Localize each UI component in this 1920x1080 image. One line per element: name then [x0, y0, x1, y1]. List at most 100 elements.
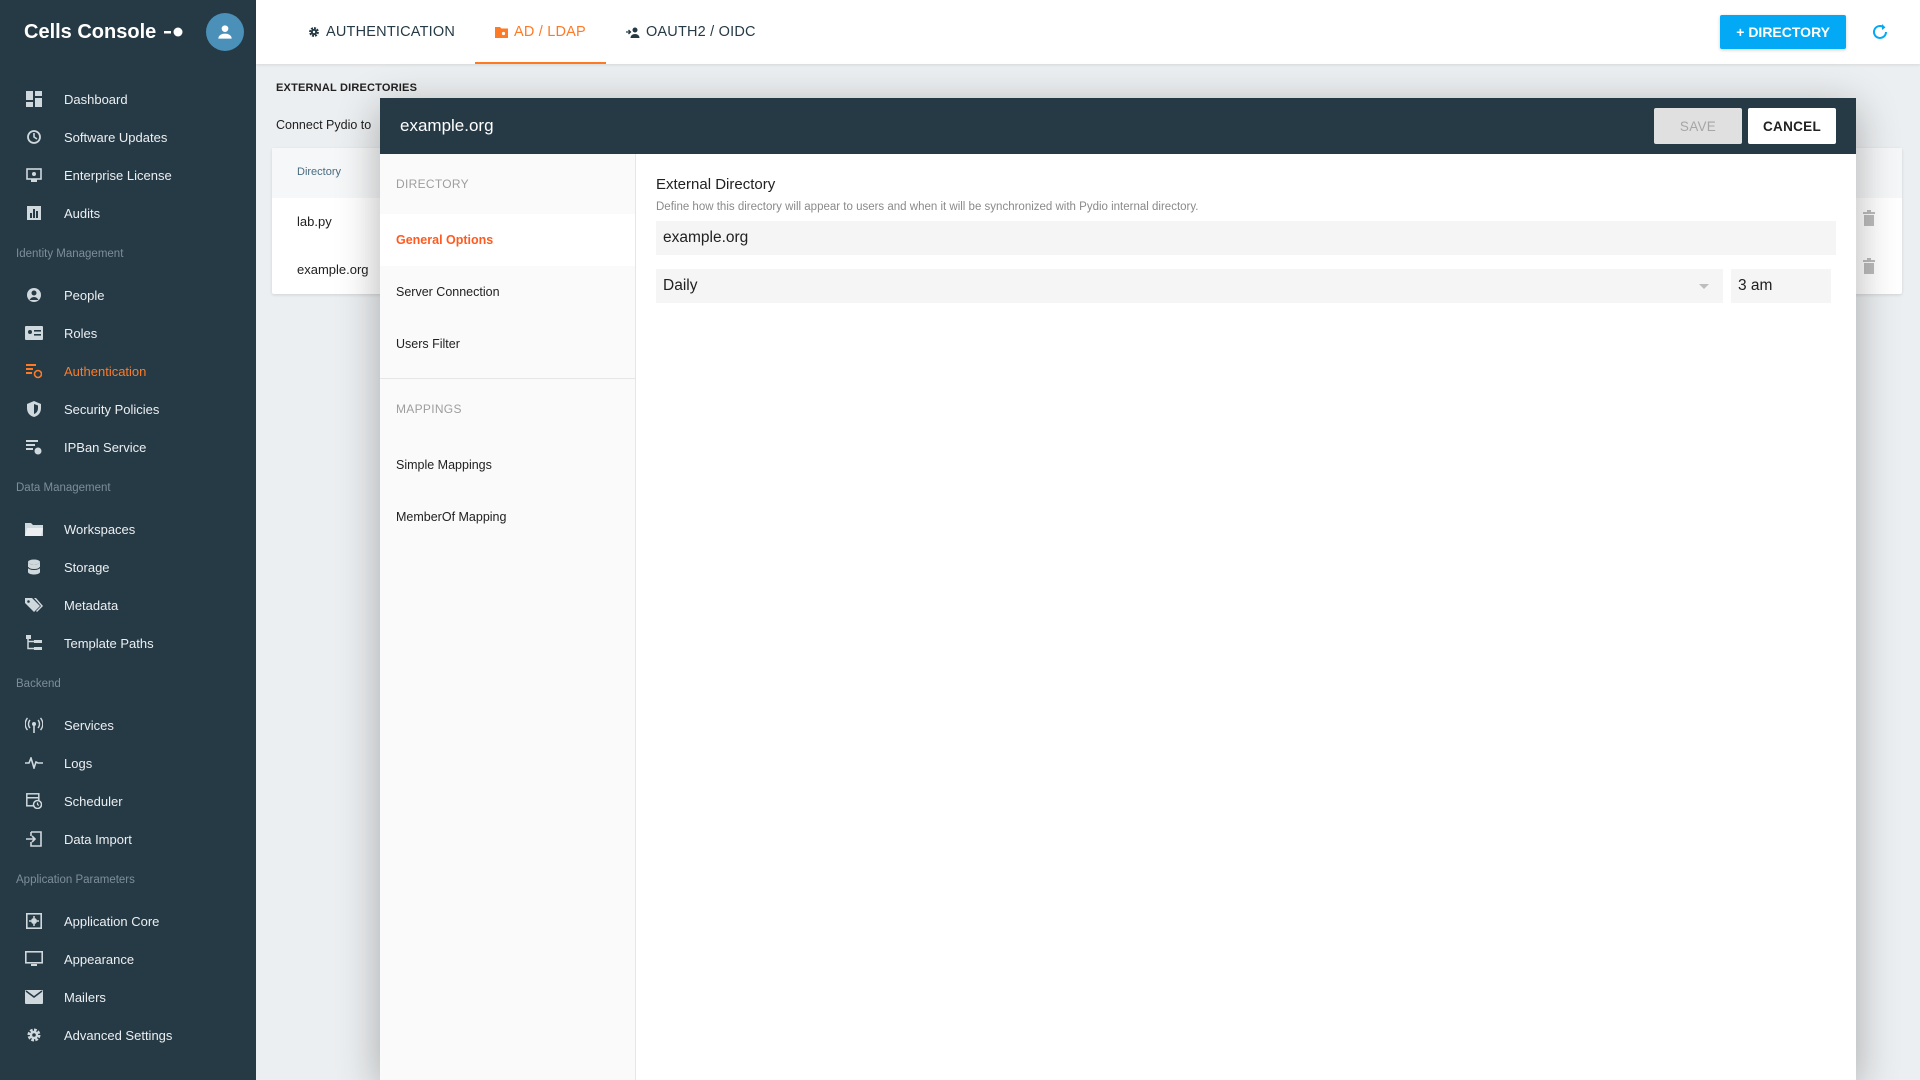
tab-oauth2-oidc[interactable]: OAUTH2 / OIDC — [606, 0, 776, 64]
tab-bar: AUTHENTICATION AD / LDAP OAUTH2 / OIDC — [256, 0, 776, 64]
sidebar-item-label: Data Import — [64, 831, 132, 847]
chevron-down-icon — [1699, 284, 1709, 289]
sidebar-section-backend: Backend — [16, 678, 61, 690]
sidebar-item-workspaces[interactable]: Workspaces — [0, 510, 256, 548]
oauth-icon — [625, 27, 640, 38]
column-header-directory[interactable]: Directory — [297, 166, 341, 178]
delete-icon[interactable] — [1862, 258, 1876, 274]
audits-icon — [24, 203, 44, 223]
sidebar-item-roles[interactable]: Roles — [0, 314, 256, 352]
dialog-title: example.org — [400, 116, 494, 135]
sidebar-item-label: Audits — [64, 205, 101, 221]
dialog-nav: DIRECTORY General Options Server Connect… — [380, 154, 636, 1080]
sidebar-item-label: Appearance — [64, 951, 135, 967]
sidebar-item-ipban[interactable]: IPBan Service — [0, 428, 256, 466]
sidebar-item-scheduler[interactable]: Scheduler — [0, 782, 256, 820]
gear-icon — [308, 26, 320, 38]
sidebar-item-label: Advanced Settings — [64, 1027, 173, 1043]
sidebar-item-label: Security Policies — [64, 401, 160, 417]
cancel-button[interactable]: CANCEL — [1748, 108, 1836, 144]
tags-icon — [24, 595, 44, 615]
monitor-icon — [24, 949, 44, 969]
sidebar-item-security-policies[interactable]: Security Policies — [0, 390, 256, 428]
sidebar-item-label: People — [64, 287, 105, 303]
dialog-body: DIRECTORY General Options Server Connect… — [380, 154, 1856, 1080]
sidebar-item-label: Authentication — [64, 363, 147, 379]
app-core-icon — [24, 911, 44, 931]
form-title: External Directory — [656, 176, 776, 193]
logs-icon — [24, 753, 44, 773]
nav-item-general-options[interactable]: General Options — [380, 214, 635, 266]
scheduler-icon — [24, 791, 44, 811]
tab-ad-ldap[interactable]: AD / LDAP — [475, 0, 606, 64]
app-title: Cells Console — [24, 20, 157, 43]
update-icon — [24, 127, 44, 147]
sidebar-item-metadata[interactable]: Metadata — [0, 586, 256, 624]
sidebar-item-appearance[interactable]: Appearance — [0, 940, 256, 978]
table-row[interactable]: example.org — [297, 262, 369, 277]
tab-authentication[interactable]: AUTHENTICATION — [288, 0, 475, 64]
directory-name-input[interactable]: example.org — [656, 221, 1836, 255]
sidebar-item-label: Software Updates — [64, 129, 168, 145]
form-description: Define how this directory will appear to… — [656, 201, 1199, 213]
table-row[interactable]: lab.py — [297, 214, 332, 229]
ldap-icon — [495, 26, 509, 38]
sidebar-item-mailers[interactable]: Mailers — [0, 978, 256, 1016]
services-icon — [24, 715, 44, 735]
directory-editor-dialog: example.org SAVE CANCEL DIRECTORY Genera… — [380, 98, 1856, 1080]
person-icon — [24, 285, 44, 305]
nav-section-directory: DIRECTORY — [396, 177, 469, 191]
sidebar-item-services[interactable]: Services — [0, 706, 256, 744]
nav-item-simple-mappings[interactable]: Simple Mappings — [380, 439, 635, 491]
storage-icon — [24, 557, 44, 577]
sidebar-item-people[interactable]: People — [0, 276, 256, 314]
sidebar-item-label: Mailers — [64, 989, 106, 1005]
sidebar-item-advanced-settings[interactable]: Advanced Settings — [0, 1016, 256, 1054]
license-icon — [24, 165, 44, 185]
dialog-header: example.org SAVE CANCEL — [380, 98, 1856, 154]
sidebar-section-identity: Identity Management — [16, 248, 124, 260]
delete-icon[interactable] — [1862, 210, 1876, 226]
sync-time-input[interactable]: 3 am — [1731, 269, 1831, 303]
page-heading: EXTERNAL DIRECTORIES — [276, 82, 418, 94]
nav-item-users-filter[interactable]: Users Filter — [380, 318, 635, 370]
sidebar-item-template-paths[interactable]: Template Paths — [0, 624, 256, 662]
sidebar-item-label: Metadata — [64, 597, 119, 613]
user-avatar[interactable] — [206, 13, 244, 51]
nav-section-mappings: MAPPINGS — [396, 402, 462, 416]
sidebar-item-application-core[interactable]: Application Core — [0, 902, 256, 940]
tab-label: AUTHENTICATION — [326, 24, 456, 40]
sidebar-item-data-import[interactable]: Data Import — [0, 820, 256, 858]
sidebar-item-enterprise-license[interactable]: Enterprise License — [0, 156, 256, 194]
mail-icon — [24, 987, 44, 1007]
authentication-icon — [24, 361, 44, 381]
sidebar-item-label: Services — [64, 717, 114, 733]
sidebar-item-label: Application Core — [64, 913, 160, 929]
sidebar-item-label: Roles — [64, 325, 98, 341]
roles-icon — [24, 323, 44, 343]
import-icon — [24, 829, 44, 849]
sidebar-item-label: Dashboard — [64, 91, 128, 107]
sidebar-item-authentication[interactable]: Authentication — [0, 352, 256, 390]
save-button[interactable]: SAVE — [1654, 108, 1742, 144]
tab-label: AD / LDAP — [514, 24, 586, 40]
dialog-form: External Directory Define how this direc… — [636, 154, 1856, 1080]
add-directory-button[interactable]: + DIRECTORY — [1720, 15, 1846, 49]
shield-icon — [24, 399, 44, 419]
tab-label: OAUTH2 / OIDC — [645, 24, 756, 40]
sidebar-item-audits[interactable]: Audits — [0, 194, 256, 232]
sidebar-item-storage[interactable]: Storage — [0, 548, 256, 586]
refresh-icon[interactable] — [1868, 20, 1892, 44]
nav-item-memberof-mapping[interactable]: MemberOf Mapping — [380, 491, 635, 543]
sidebar-item-logs[interactable]: Logs — [0, 744, 256, 782]
sync-frequency-select[interactable]: Daily — [656, 269, 1723, 303]
top-bar: AUTHENTICATION AD / LDAP OAUTH2 / OIDC +… — [256, 0, 1920, 64]
sidebar-item-software-updates[interactable]: Software Updates — [0, 118, 256, 156]
toggle-sidebar-icon[interactable] — [162, 20, 186, 44]
sidebar-item-label: IPBan Service — [64, 439, 147, 455]
sidebar-item-dashboard[interactable]: Dashboard — [0, 80, 256, 118]
nav-item-server-connection[interactable]: Server Connection — [380, 266, 635, 318]
template-paths-icon — [24, 633, 44, 653]
sidebar-section-data: Data Management — [16, 482, 111, 494]
person-icon — [218, 25, 232, 39]
